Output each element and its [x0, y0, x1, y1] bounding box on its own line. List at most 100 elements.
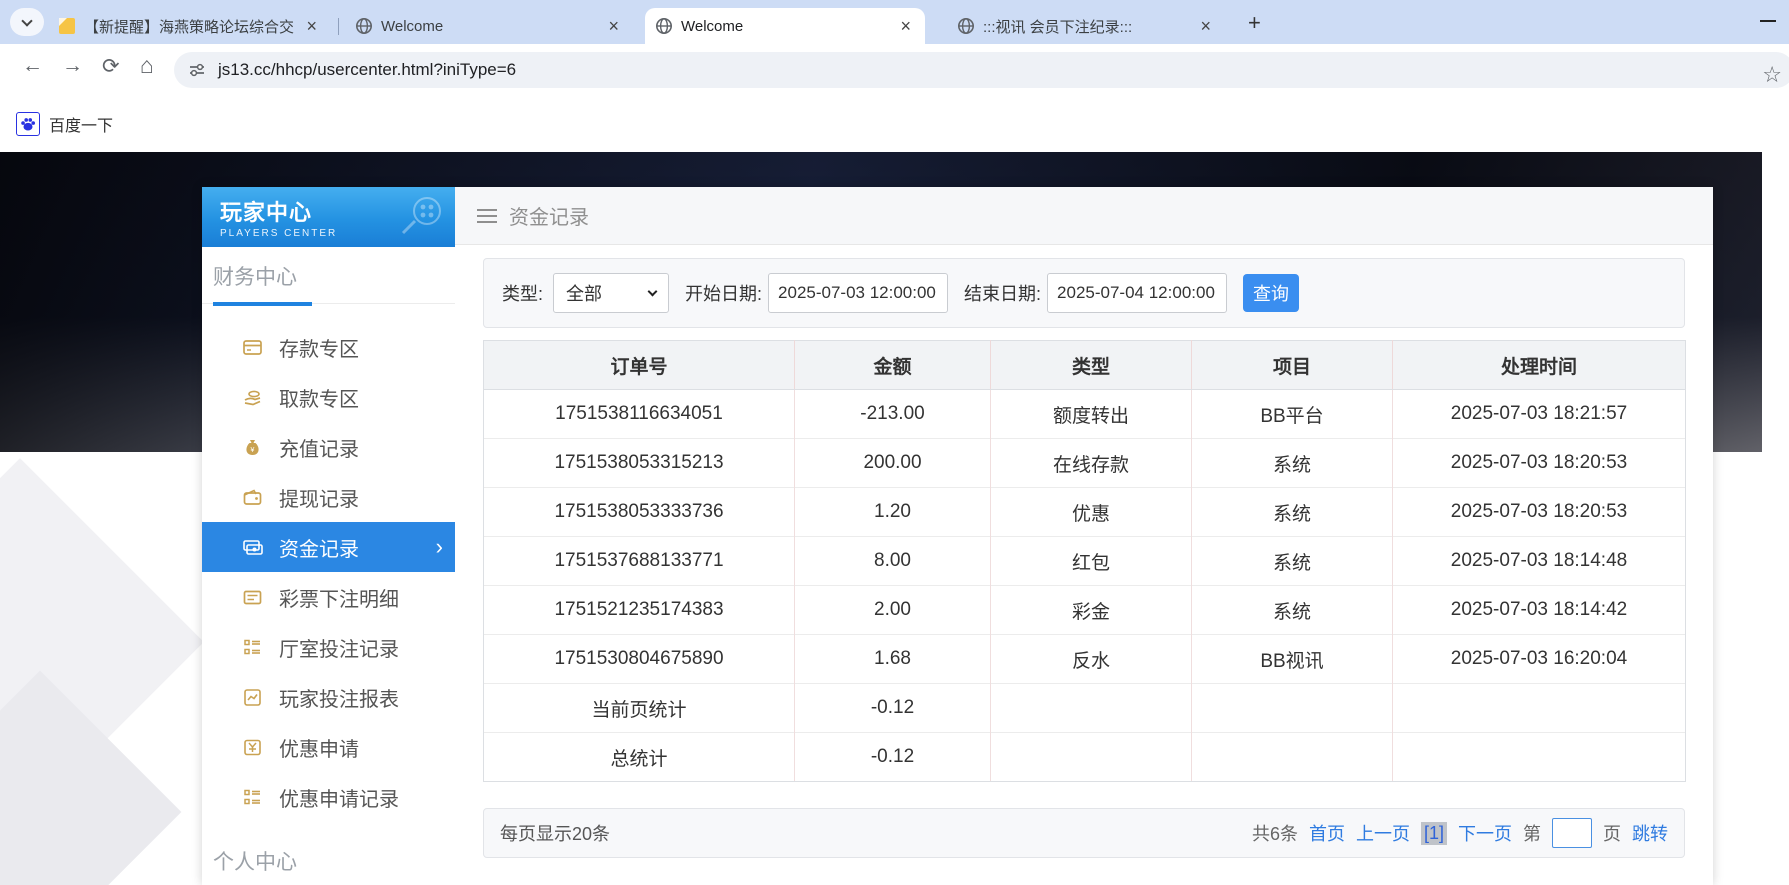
tab-title: Welcome — [381, 18, 596, 35]
sidebar-item-lottery-bet-details[interactable]: 彩票下注明细 — [202, 572, 455, 622]
browser-tab-4[interactable]: :::视讯 会员下注纪录::: × — [947, 8, 1225, 44]
back-button[interactable]: ← — [22, 54, 43, 78]
sidebar-item-player-bet-report[interactable]: 玩家投注报表 — [202, 672, 455, 722]
cell-amount: 8.00 — [795, 537, 991, 586]
banknotes-icon — [242, 537, 263, 558]
sidebar-item-withdrawal-records[interactable]: 提现记录 — [202, 472, 455, 522]
type-select[interactable]: 全部 — [553, 273, 669, 313]
cell-time: 2025-07-03 18:14:42 — [1393, 586, 1686, 635]
sidebar-item-withdraw-zone[interactable]: 取款专区 — [202, 372, 455, 422]
cell-summary-label: 当前页统计 — [484, 684, 795, 733]
cell-amount: 1.68 — [795, 635, 991, 684]
user-center-panel: 玩家中心 PLAYERS CENTER 财务中心 存款专区 取款 — [202, 187, 1713, 885]
cell-project: 系统 — [1192, 537, 1393, 586]
sidebar-item-label: 彩票下注明细 — [279, 583, 399, 612]
site-settings-icon[interactable] — [188, 61, 206, 79]
sidebar-item-label: 充值记录 — [279, 433, 359, 462]
promo-envelope-icon — [242, 737, 263, 758]
section-title-finance: 财务中心 — [202, 247, 455, 291]
end-date-input[interactable] — [1047, 273, 1227, 313]
url-text[interactable]: js13.cc/hhcp/usercenter.html?iniType=6 — [218, 60, 516, 80]
forward-button[interactable]: → — [62, 54, 83, 78]
cell-project: 系统 — [1192, 586, 1393, 635]
cell-type: 额度转出 — [991, 390, 1192, 439]
sidebar-item-promo-apply-records[interactable]: 优惠申请记录 — [202, 772, 455, 822]
home-button[interactable]: ⌂ — [140, 52, 154, 79]
tab-close-icon[interactable]: × — [302, 16, 321, 37]
cell-project: 系统 — [1192, 439, 1393, 488]
browser-tab-3-active[interactable]: Welcome × — [645, 8, 925, 44]
svg-text:¥: ¥ — [251, 447, 255, 454]
web-page: 玩家中心 PLAYERS CENTER 财务中心 存款专区 取款 — [0, 152, 1789, 885]
new-tab-button[interactable]: + — [1248, 10, 1261, 36]
cell-time: 2025-07-03 18:14:48 — [1393, 537, 1686, 586]
start-date-label: 开始日期: — [685, 280, 762, 306]
query-button[interactable]: 查询 — [1243, 274, 1299, 312]
cell-order-id: 1751538053333736 — [484, 488, 795, 537]
cell-type: 红包 — [991, 537, 1192, 586]
sidebar-item-label: 资金记录 — [279, 533, 359, 562]
jump-button[interactable]: 跳转 — [1632, 820, 1668, 846]
current-page-indicator: [1] — [1421, 822, 1447, 845]
first-page-link[interactable]: 首页 — [1309, 820, 1345, 846]
window-minimize-button[interactable] — [1760, 20, 1776, 22]
tab-close-icon[interactable]: × — [1196, 16, 1215, 37]
page-title: 资金记录 — [509, 201, 589, 230]
cell-summary-label: 总统计 — [484, 733, 795, 782]
table-row: 1751538053333736 1.20 优惠 系统 2025-07-03 1… — [484, 488, 1686, 537]
reload-button[interactable]: ⟳ — [102, 54, 120, 79]
start-date-input[interactable] — [768, 273, 948, 313]
bookmarks-bar: 百度一下 — [0, 96, 1789, 152]
table-row: 1751537688133771 8.00 红包 系统 2025-07-03 1… — [484, 537, 1686, 586]
deposit-card-icon — [242, 337, 263, 358]
cell-empty — [991, 684, 1192, 733]
jump-suffix-label: 页 — [1603, 820, 1621, 846]
prev-page-link[interactable]: 上一页 — [1356, 820, 1410, 846]
page-header: 资金记录 — [455, 187, 1713, 245]
cell-type: 彩金 — [991, 586, 1192, 635]
browser-toolbar: ← → ⟳ ⌂ js13.cc/hhcp/usercenter.html?ini… — [0, 44, 1789, 96]
globe-favicon — [957, 17, 975, 35]
cell-order-id: 1751538116634051 — [484, 390, 795, 439]
bookmark-star-icon[interactable]: ☆ — [1762, 62, 1782, 88]
main-content: 资金记录 类型: 全部 开始日期: 结束日期: 查询 — [455, 187, 1713, 885]
cell-type: 反水 — [991, 635, 1192, 684]
table-row: 1751521235174383 2.00 彩金 系统 2025-07-03 1… — [484, 586, 1686, 635]
table-header-row: 订单号 金额 类型 项目 处理时间 — [484, 341, 1686, 390]
baidu-favicon — [16, 112, 40, 136]
hamburger-icon[interactable] — [477, 205, 497, 227]
cell-order-id: 1751537688133771 — [484, 537, 795, 586]
cell-empty — [991, 733, 1192, 782]
tab-close-icon[interactable]: × — [896, 16, 915, 37]
sidebar-item-hall-bet-records[interactable]: 厅室投注记录 — [202, 622, 455, 672]
cell-empty — [1393, 733, 1686, 782]
tab-search-button[interactable] — [10, 8, 44, 36]
sidebar-item-deposit-zone[interactable]: 存款专区 — [202, 322, 455, 372]
chevron-down-icon — [21, 15, 32, 26]
col-project: 项目 — [1192, 341, 1393, 390]
browser-tab-2[interactable]: Welcome × — [345, 8, 633, 44]
sidebar-item-recharge-records[interactable]: ¥ 充值记录 — [202, 422, 455, 472]
cell-amount: -0.12 — [795, 684, 991, 733]
hand-coin-icon — [242, 387, 263, 408]
type-label: 类型: — [502, 280, 543, 306]
cell-order-id: 1751530804675890 — [484, 635, 795, 684]
end-date-label: 结束日期: — [964, 280, 1041, 306]
sidebar-item-funds-records[interactable]: 资金记录 › — [202, 522, 455, 572]
next-page-link[interactable]: 下一页 — [1458, 820, 1512, 846]
sidebar-item-promo-apply[interactable]: 优惠申请 — [202, 722, 455, 772]
globe-favicon — [655, 17, 673, 35]
sidebar-item-label: 厅室投注记录 — [279, 633, 399, 662]
browser-tab-1[interactable]: 【新提醒】海燕策略论坛综合交 × — [48, 8, 331, 44]
page-jump-input[interactable] — [1552, 818, 1592, 848]
cell-type: 在线存款 — [991, 439, 1192, 488]
tab-close-icon[interactable]: × — [604, 16, 623, 37]
cell-empty — [1393, 684, 1686, 733]
browser-tab-strip: 【新提醒】海燕策略论坛综合交 × Welcome × Welcome × :::… — [0, 0, 1789, 44]
chevron-down-icon — [648, 287, 658, 297]
sidebar-brand: 玩家中心 PLAYERS CENTER — [202, 187, 455, 247]
sidebar-item-label: 提现记录 — [279, 483, 359, 512]
section-rule — [202, 303, 455, 307]
address-bar[interactable]: js13.cc/hhcp/usercenter.html?iniType=6 ☆ — [174, 52, 1789, 88]
bookmark-baidu[interactable]: 百度一下 — [49, 112, 113, 136]
